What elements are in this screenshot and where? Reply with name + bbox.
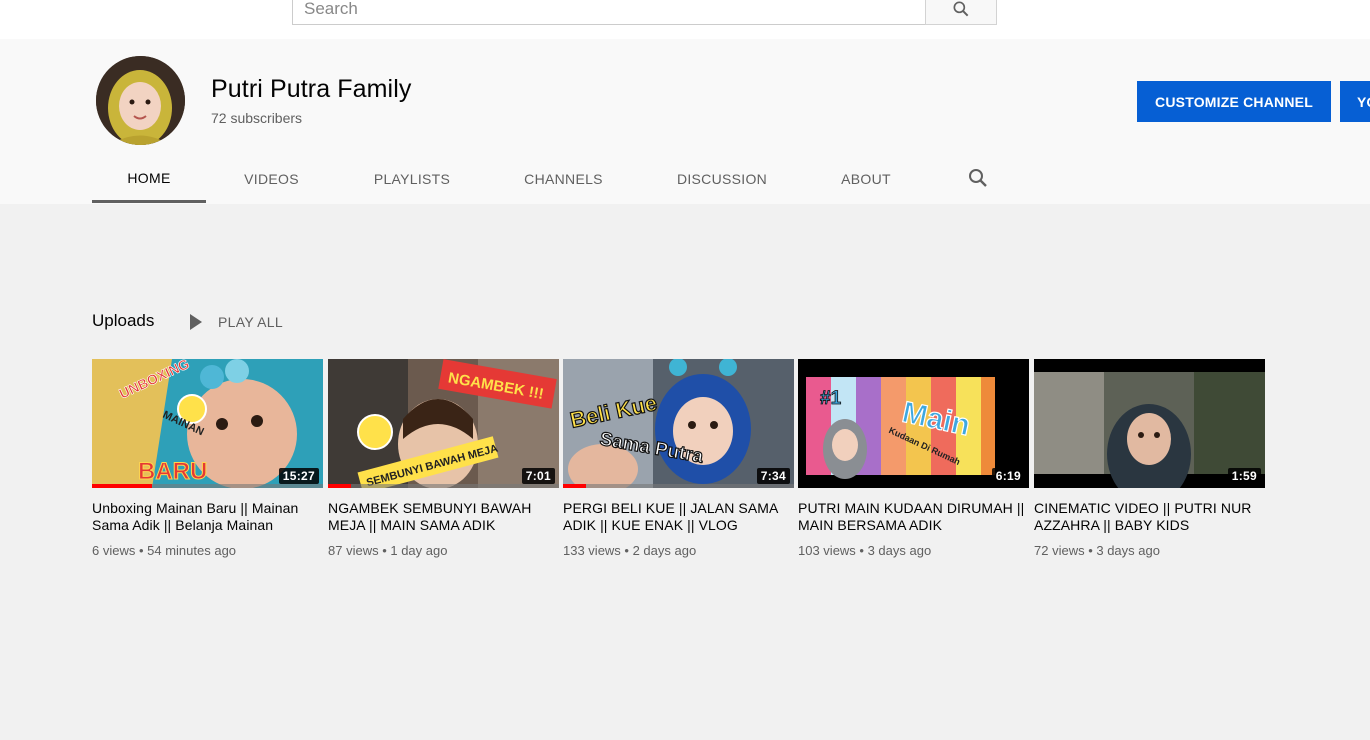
video-card[interactable]: Beli Kue Sama Putra 7:34 PERGI BELI KUE … xyxy=(563,359,794,558)
video-card[interactable]: NGAMBEK !!! SEMBUNYI BAWAH MEJA 7:01 NGA… xyxy=(328,359,559,558)
top-bar xyxy=(0,0,1370,39)
search-button[interactable] xyxy=(925,0,997,25)
channel-avatar[interactable] xyxy=(96,56,185,145)
tab-videos[interactable]: VIDEOS xyxy=(206,155,337,203)
channel-name: Putri Putra Family xyxy=(211,75,412,103)
watch-progress-track xyxy=(563,484,794,488)
thumb-text: BARU xyxy=(138,458,207,485)
video-duration: 1:59 xyxy=(1227,468,1261,484)
video-meta: 133 views • 2 days ago xyxy=(563,543,697,558)
video-age: 54 minutes ago xyxy=(147,543,237,558)
watch-progress xyxy=(328,484,352,488)
search-icon xyxy=(953,1,969,16)
video-duration: 7:01 xyxy=(521,468,555,484)
channel-search-icon[interactable] xyxy=(966,166,990,190)
video-thumbnail[interactable]: NGAMBEK !!! SEMBUNYI BAWAH MEJA 7:01 xyxy=(328,359,559,488)
video-meta: 87 views • 1 day ago xyxy=(328,543,448,558)
video-views: 72 views xyxy=(1034,543,1085,558)
tab-home[interactable]: HOME xyxy=(92,155,206,203)
video-card[interactable]: 1:59 CINEMATIC VIDEO || PUTRI NUR AZZAHR… xyxy=(1034,359,1265,558)
video-thumbnail[interactable]: #1 Main Kudaan Di Rumah 6:19 xyxy=(798,359,1029,488)
video-meta: 103 views • 3 days ago xyxy=(798,543,932,558)
video-title[interactable]: NGAMBEK SEMBUNYI BAWAH MEJA || MAIN SAMA… xyxy=(328,500,559,534)
video-title[interactable]: Unboxing Mainan Baru || Mainan Sama Adik… xyxy=(92,500,323,534)
video-title[interactable]: PUTRI MAIN KUDAAN DIRUMAH || MAIN BERSAM… xyxy=(798,500,1029,534)
video-title[interactable]: CINEMATIC VIDEO || PUTRI NUR AZZAHRA || … xyxy=(1034,500,1265,534)
video-duration: 6:19 xyxy=(991,468,1025,484)
youtube-studio-button[interactable]: YOUTUBE STUDIO xyxy=(1340,81,1370,122)
video-views: 6 views xyxy=(92,543,136,558)
tab-playlists[interactable]: PLAYLISTS xyxy=(337,155,487,203)
video-meta: 72 views • 3 days ago xyxy=(1034,543,1160,558)
video-age: 1 day ago xyxy=(390,543,448,558)
video-views: 133 views xyxy=(563,543,621,558)
tab-about[interactable]: ABOUT xyxy=(804,155,928,203)
watch-progress xyxy=(563,484,587,488)
video-thumbnail[interactable]: 1:59 xyxy=(1034,359,1265,488)
video-title[interactable]: PERGI BELI KUE || JALAN SAMA ADIK || KUE… xyxy=(563,500,794,534)
video-duration: 7:34 xyxy=(756,468,790,484)
watch-progress xyxy=(92,484,153,488)
search-box[interactable] xyxy=(292,0,926,25)
video-card[interactable]: #1 Main Kudaan Di Rumah 6:19 PUTRI MAIN … xyxy=(798,359,1029,558)
video-duration: 15:27 xyxy=(278,468,319,484)
tab-discussion[interactable]: DISCUSSION xyxy=(640,155,804,203)
video-card[interactable]: UNBOXING MAINAN BARU 15:27 Unboxing Main… xyxy=(92,359,323,558)
uploads-title[interactable]: Uploads xyxy=(92,311,154,331)
video-views: 87 views xyxy=(328,543,379,558)
subscriber-count: 72 subscribers xyxy=(211,110,303,126)
play-all-label: PLAY ALL xyxy=(218,314,283,330)
watch-progress-track xyxy=(328,484,559,488)
video-thumbnail[interactable]: UNBOXING MAINAN BARU 15:27 xyxy=(92,359,323,488)
watch-progress-track xyxy=(92,484,323,488)
video-age: 2 days ago xyxy=(632,543,697,558)
channel-header: Putri Putra Family 72 subscribers CUSTOM… xyxy=(0,39,1370,204)
video-age: 3 days ago xyxy=(1096,543,1160,558)
customize-channel-button[interactable]: CUSTOMIZE CHANNEL xyxy=(1137,81,1331,122)
video-thumbnail[interactable]: Beli Kue Sama Putra 7:34 xyxy=(563,359,794,488)
play-icon xyxy=(190,314,202,330)
video-meta: 6 views • 54 minutes ago xyxy=(92,543,237,558)
thumb-text: #1 xyxy=(820,388,842,409)
tab-channels[interactable]: CHANNELS xyxy=(487,155,640,203)
video-views: 103 views xyxy=(798,543,856,558)
search-input[interactable] xyxy=(293,0,926,24)
play-all-button[interactable]: PLAY ALL xyxy=(190,312,283,332)
video-age: 3 days ago xyxy=(867,543,932,558)
